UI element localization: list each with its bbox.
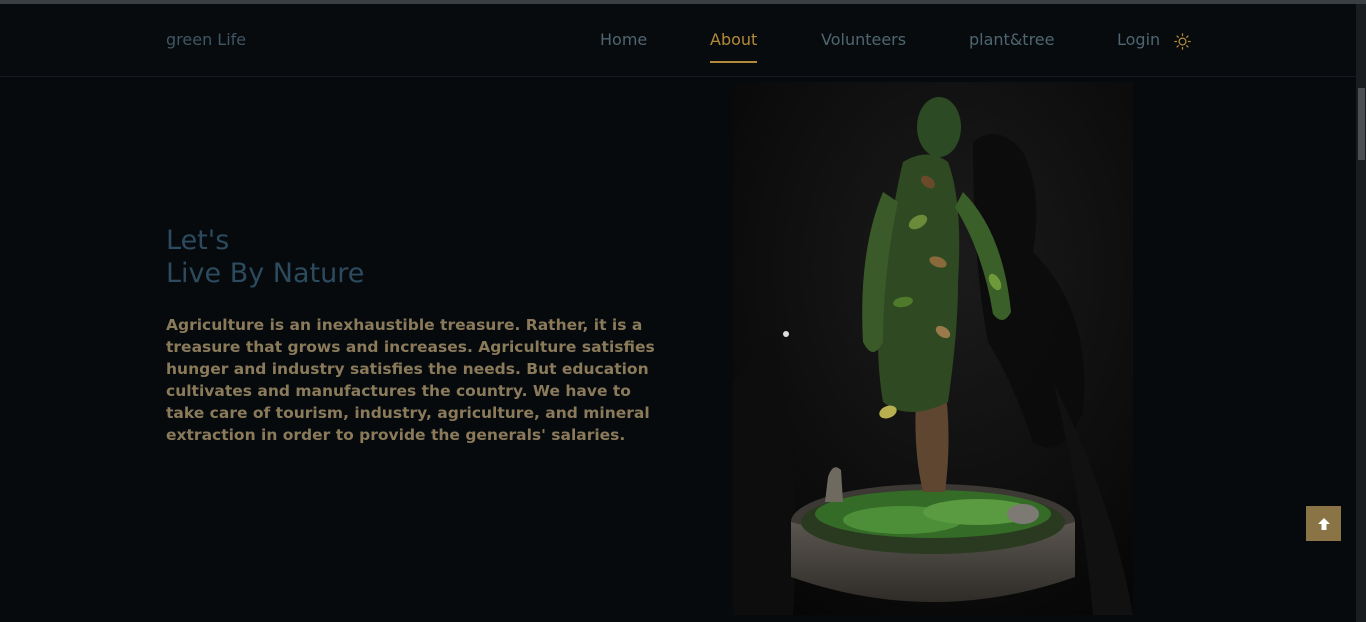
hero-title: Let's Live By Nature — [166, 224, 686, 290]
scroll-to-top-button[interactable] — [1306, 506, 1341, 541]
nav-about[interactable]: About — [710, 30, 758, 63]
brand-logo[interactable]: green Life — [166, 30, 246, 49]
hero-description: Agriculture is an inexhaustible treasure… — [166, 316, 655, 444]
arrow-up-icon — [1317, 517, 1330, 530]
nav-volunteers[interactable]: Volunteers — [821, 30, 906, 49]
nav-login[interactable]: Login — [1117, 30, 1160, 49]
sun-icon[interactable] — [1174, 33, 1191, 50]
page-scrollbar-thumb[interactable] — [1358, 88, 1365, 160]
nav-home[interactable]: Home — [600, 30, 647, 49]
active-nav-underline — [710, 61, 758, 63]
navbar: green Life Home About Volunteers plant&t… — [0, 4, 1356, 77]
nav-plant-tree[interactable]: plant&tree — [969, 30, 1054, 49]
nav-about-label: About — [710, 30, 758, 49]
tree-sculpture-illustration — [733, 82, 1133, 615]
hero-title-line-1: Let's — [166, 225, 230, 256]
tree-sculpture-image — [733, 82, 1133, 615]
hero-title-line-2: Live By Nature — [166, 258, 365, 289]
